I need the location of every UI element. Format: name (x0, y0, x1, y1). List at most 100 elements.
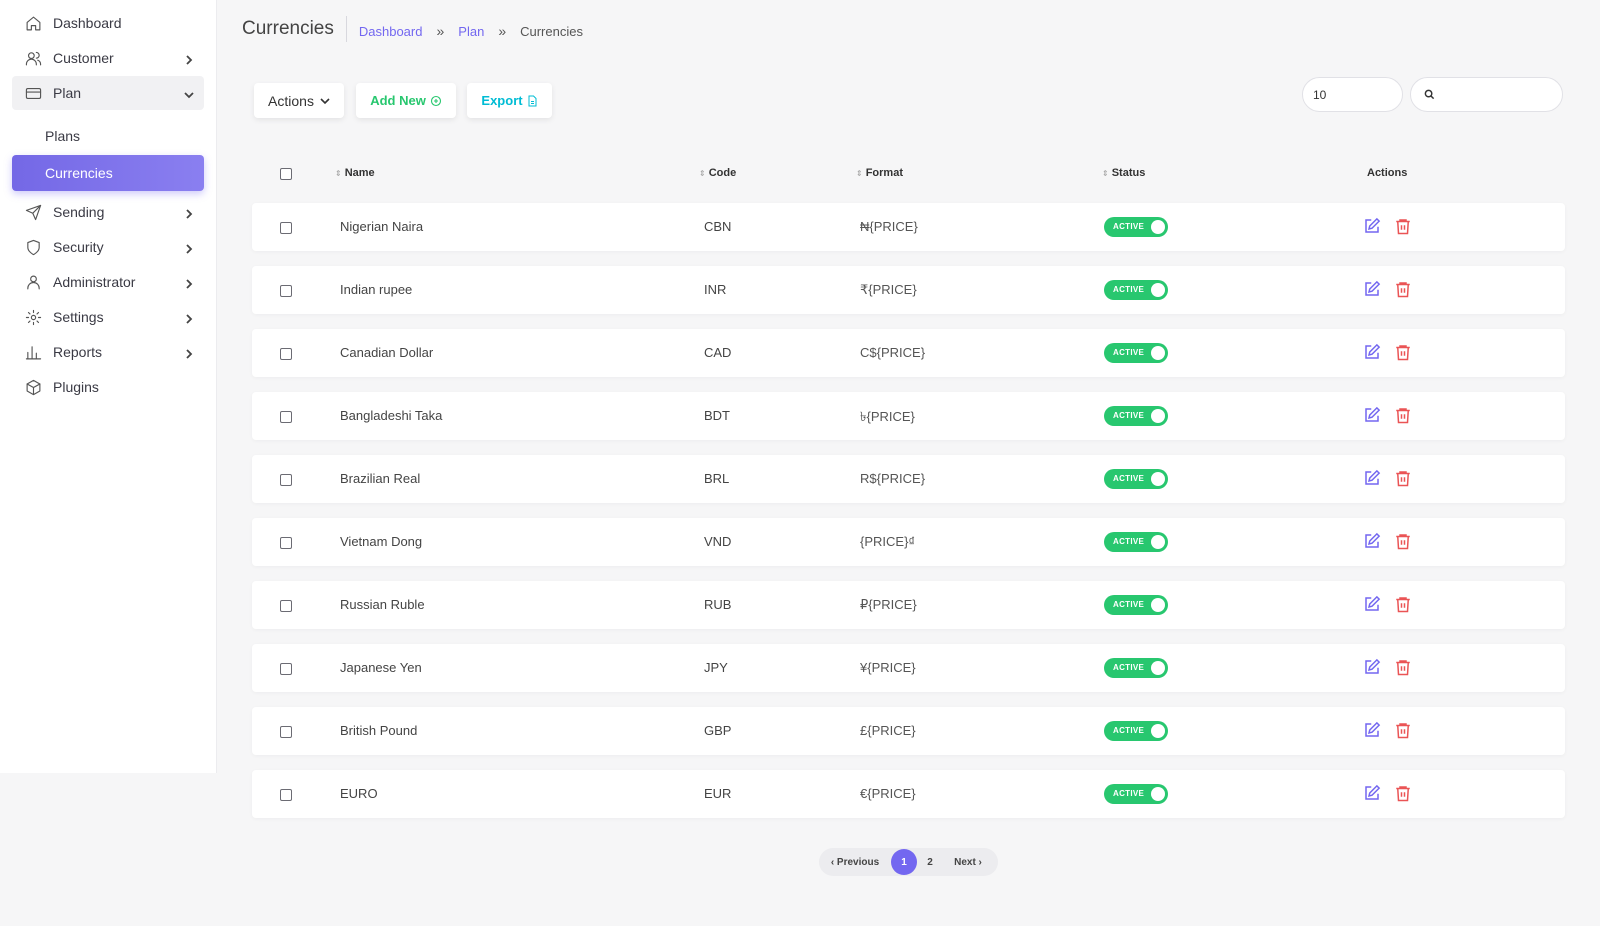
toggle-knob (1151, 409, 1165, 423)
cell-code: RUB (704, 597, 732, 612)
status-label: ACTIVE (1113, 663, 1145, 672)
toggle-knob (1151, 724, 1165, 738)
cell-name: Indian rupee (340, 282, 413, 297)
cell-name: British Pound (340, 723, 418, 738)
row-checkbox[interactable] (280, 348, 292, 360)
edit-icon[interactable] (1363, 721, 1381, 739)
status-label: ACTIVE (1113, 789, 1145, 798)
status-toggle[interactable]: ACTIVE (1104, 469, 1168, 489)
trash-icon[interactable] (1394, 658, 1412, 676)
status-label: ACTIVE (1113, 600, 1145, 609)
row-checkbox[interactable] (280, 222, 292, 234)
next-label: Next (954, 856, 976, 868)
status-toggle[interactable]: ACTIVE (1104, 532, 1168, 552)
edit-icon[interactable] (1363, 658, 1381, 676)
status-toggle[interactable]: ACTIVE (1104, 343, 1168, 363)
trash-icon[interactable] (1394, 784, 1412, 802)
column-header-format[interactable]: ⇕ Format (856, 167, 903, 179)
trash-icon[interactable] (1394, 217, 1412, 235)
breadcrumb-link-dashboard[interactable]: Dashboard (359, 24, 423, 39)
select-all-checkbox[interactable] (280, 168, 292, 180)
row-checkbox[interactable] (280, 411, 292, 423)
toggle-knob (1151, 598, 1165, 612)
sidebar-item-plan[interactable]: Plan (12, 76, 204, 110)
edit-icon[interactable] (1363, 406, 1381, 424)
cell-format: €{PRICE} (860, 786, 916, 801)
column-header-actions: Actions (1367, 167, 1407, 179)
sidebar-subitem-plans[interactable]: Plans (12, 118, 204, 154)
status-toggle[interactable]: ACTIVE (1104, 217, 1168, 237)
column-header-status[interactable]: ⇕ Status (1102, 167, 1145, 179)
trash-icon[interactable] (1394, 406, 1412, 424)
edit-icon[interactable] (1363, 469, 1381, 487)
toggle-knob (1151, 346, 1165, 360)
trash-icon[interactable] (1394, 280, 1412, 298)
status-label: ACTIVE (1113, 537, 1145, 546)
edit-icon[interactable] (1363, 595, 1381, 613)
edit-icon[interactable] (1363, 532, 1381, 550)
sidebar-subitem-currencies[interactable]: Currencies (12, 155, 204, 191)
sidebar-item-label: Administrator (53, 274, 136, 290)
column-header-name[interactable]: ⇕ Name (335, 167, 375, 179)
search-input[interactable] (1439, 78, 1557, 111)
sidebar-item-plugins[interactable]: Plugins (12, 370, 204, 404)
sidebar-item-customer[interactable]: Customer (12, 41, 204, 75)
edit-icon[interactable] (1363, 343, 1381, 361)
cell-name: Brazilian Real (340, 471, 421, 486)
actions-dropdown-button[interactable]: Actions (254, 83, 344, 118)
sidebar-item-security[interactable]: Security (12, 230, 204, 264)
row-checkbox[interactable] (280, 285, 292, 297)
sidebar-item-reports[interactable]: Reports (12, 335, 204, 369)
gear-icon (24, 308, 42, 326)
page-button-2[interactable]: 2 (917, 857, 943, 868)
sidebar-item-dashboard[interactable]: Dashboard (12, 6, 204, 40)
chevron-right-icon (184, 276, 194, 289)
trash-icon[interactable] (1394, 595, 1412, 613)
next-page-button[interactable]: Next › (943, 857, 993, 868)
cell-code: BDT (704, 408, 730, 423)
add-new-button[interactable]: Add New (356, 83, 456, 118)
status-label: ACTIVE (1113, 222, 1145, 231)
row-checkbox[interactable] (280, 474, 292, 486)
sidebar-item-sending[interactable]: Sending (12, 195, 204, 229)
sidebar-item-settings[interactable]: Settings (12, 300, 204, 334)
export-button[interactable]: Export (467, 83, 552, 118)
breadcrumb-link-plan[interactable]: Plan (458, 24, 484, 39)
trash-icon[interactable] (1394, 469, 1412, 487)
toggle-knob (1151, 661, 1165, 675)
status-toggle[interactable]: ACTIVE (1104, 406, 1168, 426)
column-header-code[interactable]: ⇕ Code (699, 167, 736, 179)
status-toggle[interactable]: ACTIVE (1104, 784, 1168, 804)
row-checkbox[interactable] (280, 726, 292, 738)
status-toggle[interactable]: ACTIVE (1104, 595, 1168, 615)
trash-icon[interactable] (1394, 343, 1412, 361)
table-row: Japanese Yen JPY ¥{PRICE} ACTIVE (252, 644, 1565, 692)
row-checkbox[interactable] (280, 537, 292, 549)
edit-icon[interactable] (1363, 217, 1381, 235)
trash-icon[interactable] (1394, 721, 1412, 739)
page-button-1[interactable]: 1 (891, 849, 917, 875)
column-label: Status (1111, 167, 1146, 179)
status-toggle[interactable]: ACTIVE (1104, 658, 1168, 678)
row-checkbox[interactable] (280, 600, 292, 612)
chevron-right-icon (184, 311, 194, 324)
chevron-right-icon (184, 241, 194, 254)
edit-icon[interactable] (1363, 280, 1381, 298)
actions-label: Actions (268, 92, 314, 109)
previous-page-button[interactable]: ‹ Previous (819, 857, 891, 868)
table-row: Vietnam Dong VND {PRICE}₫ ACTIVE (252, 518, 1565, 566)
row-checkbox[interactable] (280, 663, 292, 675)
cell-name: Nigerian Naira (340, 219, 424, 234)
cell-code: VND (704, 534, 732, 549)
trash-icon[interactable] (1394, 532, 1412, 550)
per-page-input[interactable] (1302, 77, 1403, 112)
cell-format: ₽{PRICE} (860, 597, 917, 612)
toggle-knob (1151, 535, 1165, 549)
cell-format: {PRICE}₫ (860, 534, 916, 549)
send-icon (24, 203, 42, 221)
status-toggle[interactable]: ACTIVE (1104, 721, 1168, 741)
sidebar-item-administrator[interactable]: Administrator (12, 265, 204, 299)
edit-icon[interactable] (1363, 784, 1381, 802)
status-toggle[interactable]: ACTIVE (1104, 280, 1168, 300)
row-checkbox[interactable] (280, 789, 292, 801)
